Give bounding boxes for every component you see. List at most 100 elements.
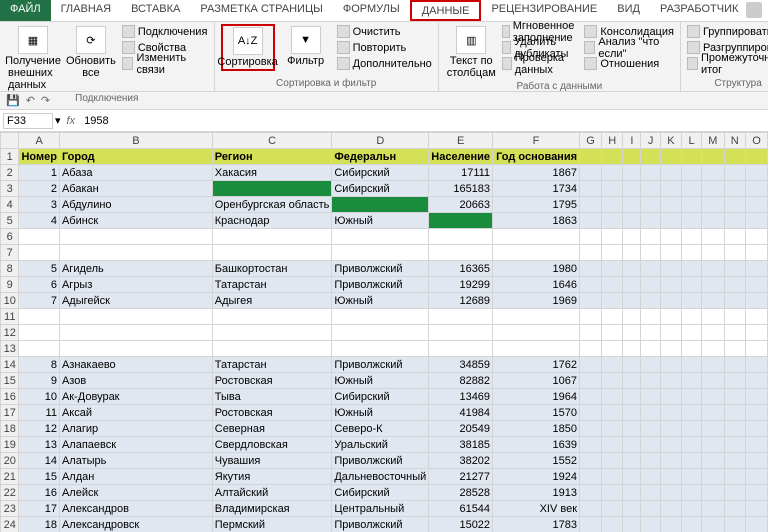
row-header[interactable]: 22 <box>1 485 19 501</box>
columns-icon: ▥ <box>456 26 486 54</box>
col-header[interactable]: A <box>19 133 60 149</box>
col-header[interactable]: I <box>623 133 641 149</box>
row-header[interactable]: 3 <box>1 181 19 197</box>
table-row[interactable]: 1913АлапаевскСвердловскаяУральский381851… <box>1 437 768 453</box>
table-row[interactable]: 21АбазаХакасияСибирский171111867 <box>1 165 768 181</box>
sort-button[interactable]: A↓Z Сортировка <box>221 24 275 71</box>
table-row[interactable]: 159АзовРостовскаяЮжный828821067 <box>1 373 768 389</box>
col-header[interactable]: F <box>493 133 580 149</box>
row-header[interactable]: 5 <box>1 213 19 229</box>
col-header[interactable]: D <box>332 133 429 149</box>
connections-button[interactable]: Подключения <box>122 24 208 39</box>
database-icon: ▦ <box>18 26 48 54</box>
row-header[interactable]: 9 <box>1 277 19 293</box>
col-header[interactable]: N <box>724 133 745 149</box>
table-row[interactable]: 7 <box>1 245 768 261</box>
table-row[interactable]: 54АбинскКраснодарЮжный1863 <box>1 213 768 229</box>
col-header[interactable]: K <box>660 133 681 149</box>
table-row[interactable]: 6 <box>1 229 768 245</box>
worksheet[interactable]: ABCDEFGHIJKLMNO1НомерГородРегионФедераль… <box>0 132 768 532</box>
data-validation-button[interactable]: Проверка данных <box>502 56 581 71</box>
table-row[interactable]: 11 <box>1 309 768 325</box>
group-icon <box>687 25 700 38</box>
col-header[interactable]: J <box>641 133 661 149</box>
get-external-data-button[interactable]: ▦ Получениевнешних данных <box>6 24 60 93</box>
row-header[interactable]: 14 <box>1 357 19 373</box>
tab-dev[interactable]: РАЗРАБОТЧИК <box>650 0 748 21</box>
table-row[interactable]: 12 <box>1 325 768 341</box>
tab-insert[interactable]: ВСТАВКА <box>121 0 190 21</box>
col-header[interactable]: E <box>429 133 493 149</box>
row-header[interactable]: 8 <box>1 261 19 277</box>
table-row[interactable]: 1711АксайРостовскаяЮжный419841570 <box>1 405 768 421</box>
col-header[interactable]: M <box>702 133 724 149</box>
row-header[interactable]: 1 <box>1 149 19 165</box>
row-header[interactable]: 12 <box>1 325 19 341</box>
table-row[interactable]: 32АбаканСибирский1651831734 <box>1 181 768 197</box>
table-row[interactable]: 148АзнакаевоТатарстанПриволжский34859176… <box>1 357 768 373</box>
table-row[interactable]: 2014АлатырьЧувашияПриволжский382021552 <box>1 453 768 469</box>
table-row[interactable]: 107АдыгейскАдыгеяЮжный126891969 <box>1 293 768 309</box>
tab-data[interactable]: ДАННЫЕ <box>410 0 482 21</box>
group-button[interactable]: Группировать <box>687 24 768 39</box>
row-header[interactable]: 15 <box>1 373 19 389</box>
filter-button[interactable]: ▼ Фильтр <box>279 24 333 69</box>
col-header[interactable]: L <box>681 133 701 149</box>
row-header[interactable]: 17 <box>1 405 19 421</box>
row-header[interactable]: 7 <box>1 245 19 261</box>
what-if-button[interactable]: Анализ "что если" <box>584 40 674 55</box>
refresh-all-button[interactable]: ⟳ Обновитьвсе <box>64 24 118 81</box>
row-header[interactable]: 2 <box>1 165 19 181</box>
col-header[interactable]: B <box>59 133 212 149</box>
tab-view[interactable]: ВИД <box>607 0 650 21</box>
row-header[interactable]: 16 <box>1 389 19 405</box>
row-header[interactable]: 11 <box>1 309 19 325</box>
tab-review[interactable]: РЕЦЕНЗИРОВАНИЕ <box>481 0 607 21</box>
tab-layout[interactable]: РАЗМЕТКА СТРАНИЦЫ <box>190 0 332 21</box>
table-row[interactable]: 85АгидельБашкортостанПриволжский16365198… <box>1 261 768 277</box>
group-data-label: Работа с данными <box>445 81 674 92</box>
row-header[interactable]: 19 <box>1 437 19 453</box>
tab-file[interactable]: ФАЙЛ <box>0 0 51 21</box>
text-to-columns-button[interactable]: ▥ Текст постолбцам <box>445 24 498 81</box>
flash-icon <box>502 25 510 38</box>
row-header[interactable]: 18 <box>1 421 19 437</box>
col-header[interactable]: H <box>601 133 622 149</box>
table-row[interactable]: 2115АлданЯкутияДальневосточный212771924 <box>1 469 768 485</box>
tab-home[interactable]: ГЛАВНАЯ <box>51 0 121 21</box>
row-header[interactable]: 4 <box>1 197 19 213</box>
row-header[interactable]: 23 <box>1 501 19 517</box>
formula-input[interactable]: 1958 <box>81 114 111 128</box>
col-header[interactable]: C <box>212 133 332 149</box>
table-row[interactable]: 2216АлейскАлтайскийСибирский285281913 <box>1 485 768 501</box>
row-header[interactable]: 13 <box>1 341 19 357</box>
name-box[interactable]: F33 <box>3 113 53 129</box>
row-header[interactable]: 20 <box>1 453 19 469</box>
relations-button[interactable]: Отношения <box>584 56 674 71</box>
reapply-button[interactable]: Повторить <box>337 40 432 55</box>
tab-formulas[interactable]: ФОРМУЛЫ <box>333 0 410 21</box>
subtotal-button[interactable]: Промежуточный итог <box>687 56 768 71</box>
table-row[interactable]: 13 <box>1 341 768 357</box>
table-row[interactable]: 1812АлагирСевернаяСеверо-К205491850 <box>1 421 768 437</box>
edit-links-button[interactable]: Изменить связи <box>122 56 208 71</box>
row-header[interactable]: 21 <box>1 469 19 485</box>
row-header[interactable]: 24 <box>1 517 19 532</box>
whatif-icon <box>584 41 595 54</box>
advanced-button[interactable]: Дополнительно <box>337 56 432 71</box>
clear-button[interactable]: Очистить <box>337 24 432 39</box>
user-icon[interactable] <box>746 2 762 18</box>
table-row[interactable]: 2418АлександровскПермскийПриволжский1502… <box>1 517 768 532</box>
table-row[interactable]: 2317АлександровВладимирскаяЦентральный61… <box>1 501 768 517</box>
table-row[interactable]: 96АгрызТатарстанПриволжский192991646 <box>1 277 768 293</box>
col-header[interactable]: O <box>745 133 767 149</box>
table-row[interactable]: 43АбдулиноОренбургская область206631795 <box>1 197 768 213</box>
row-header[interactable]: 6 <box>1 229 19 245</box>
rel-icon <box>584 57 597 70</box>
reapply-icon <box>337 41 350 54</box>
row-header[interactable]: 10 <box>1 293 19 309</box>
col-header[interactable]: G <box>580 133 602 149</box>
fx-icon[interactable]: fx <box>63 115 80 127</box>
dropdown-icon[interactable]: ▾ <box>55 114 61 127</box>
table-row[interactable]: 1610Ак-ДовуракТываСибирский134691964 <box>1 389 768 405</box>
